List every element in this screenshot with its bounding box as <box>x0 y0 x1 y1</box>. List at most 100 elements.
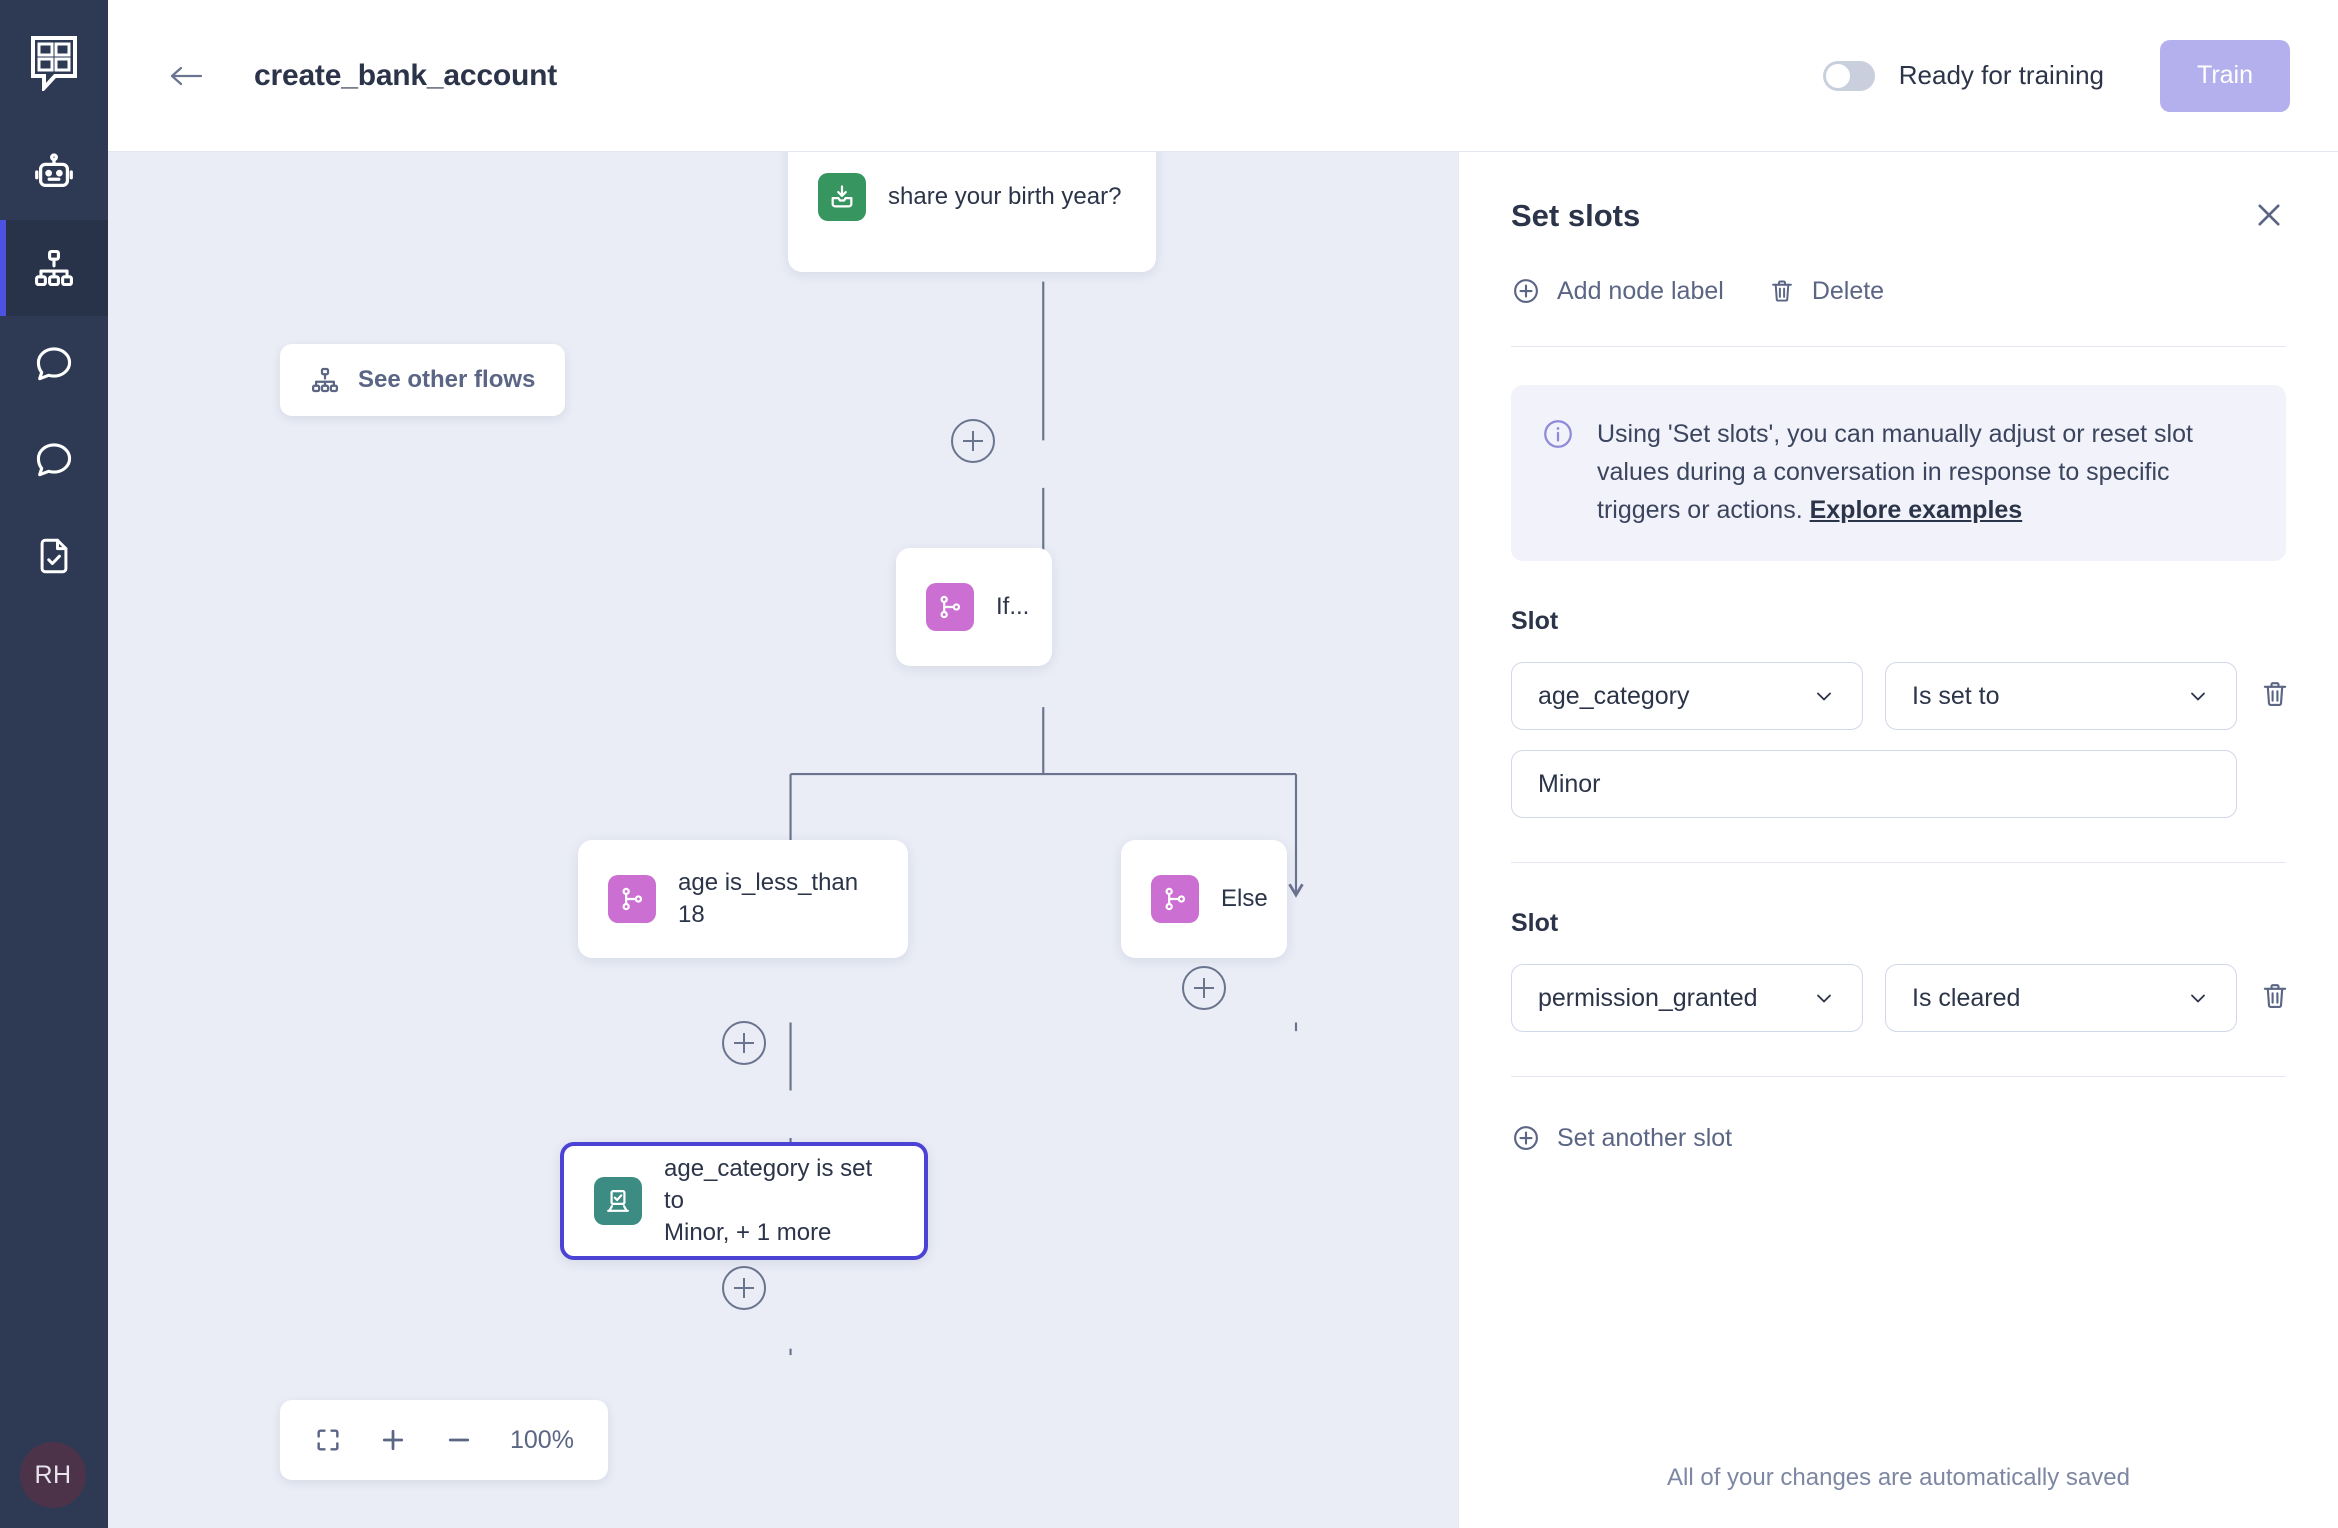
sidebar-item-tests[interactable] <box>0 508 108 604</box>
chat-bubble-outline-icon <box>36 443 72 477</box>
sidebar-item-flows[interactable] <box>0 220 108 316</box>
slot-line: age_category Is set to <box>1511 662 2237 730</box>
slot-group: Slot age_category Is set to Minor <box>1511 561 2287 863</box>
document-check-icon <box>40 538 68 574</box>
chevron-down-icon <box>1798 684 1836 708</box>
flow-node-label: age is_less_than 18 <box>678 869 859 928</box>
set-another-slot-label: Set another slot <box>1557 1123 1733 1152</box>
sidebar-item-dialogues[interactable] <box>0 412 108 508</box>
slot-name-select[interactable]: permission_granted <box>1511 964 1863 1032</box>
flow-canvas[interactable]: See other flows share your birth year? I… <box>108 152 1458 1528</box>
trash-icon <box>2263 682 2287 707</box>
info-icon <box>1544 420 1572 448</box>
slot-operation-value: Is set to <box>1912 681 2000 710</box>
zoom-out-button[interactable] <box>444 1425 474 1455</box>
ready-for-training-toggle[interactable] <box>1822 60 1875 91</box>
slot-section-label: Slot <box>1511 909 1559 937</box>
chat-bubble-icon <box>36 347 72 381</box>
slot-group: Slot permission_granted Is cleared <box>1511 863 2287 1077</box>
info-callout: Using 'Set slots', you can manually adju… <box>1511 385 2286 561</box>
sidebar-item-conversations[interactable] <box>0 316 108 412</box>
slot-value-text: Minor <box>1538 769 1601 798</box>
add-node-label-text: Add node label <box>1557 276 1724 305</box>
slot-operation-select[interactable]: Is set to <box>1885 662 2237 730</box>
robot-icon <box>35 153 73 188</box>
arrow-left-icon <box>170 66 203 85</box>
toggle-knob <box>1825 63 1850 88</box>
branch-icon <box>1151 875 1199 923</box>
slot-value-input[interactable]: Minor <box>1511 750 2237 818</box>
slot-name-select[interactable]: age_category <box>1511 662 1863 730</box>
page-title: create_bank_account <box>254 58 558 92</box>
sidebar-items <box>0 124 108 604</box>
flow-node-set-slots[interactable]: age_category is set to Minor, + 1 more <box>560 1142 928 1260</box>
plus-icon <box>382 1429 404 1451</box>
set-slots-icon <box>594 1177 642 1225</box>
add-node-label-button[interactable]: Add node label <box>1511 276 1724 306</box>
flow-node-label: age_category is set to Minor, + 1 more <box>664 1155 873 1246</box>
zoom-level-label: 100% <box>510 1425 574 1454</box>
see-other-flows-button[interactable]: See other flows <box>280 344 566 416</box>
flows-icon <box>35 249 73 287</box>
slot-operation-value: Is cleared <box>1912 983 2021 1012</box>
panel-body: Using 'Set slots', you can manually adju… <box>1459 347 2338 1528</box>
ready-for-training-label: Ready for training <box>1898 60 2104 90</box>
header-actions: Ready for training Train <box>1822 39 2290 112</box>
delete-slot-button[interactable] <box>2259 678 2291 710</box>
slot-row: permission_granted Is cleared <box>1511 964 2287 1032</box>
set-another-slot-button[interactable]: Set another slot <box>1511 1123 2286 1153</box>
add-step-button[interactable] <box>1182 966 1226 1010</box>
minus-icon <box>448 1438 470 1442</box>
close-panel-button[interactable] <box>2252 198 2286 232</box>
branch-icon <box>926 583 974 631</box>
body: See other flows share your birth year? I… <box>108 152 2338 1528</box>
flow-node-branch-else[interactable]: Else <box>1121 840 1287 958</box>
plus-circle-icon <box>1514 1126 1538 1150</box>
delete-node-button[interactable]: Delete <box>1768 277 1884 306</box>
slot-fields: age_category Is set to Minor <box>1511 662 2237 818</box>
see-other-flows-label: See other flows <box>358 366 536 393</box>
slot-name-value: age_category <box>1538 681 1690 710</box>
main-area: create_bank_account Ready for training T… <box>108 0 2338 1528</box>
explore-examples-link[interactable]: Explore examples <box>1810 496 2023 524</box>
flows-icon <box>312 367 339 393</box>
slot-row: age_category Is set to Minor <box>1511 662 2287 818</box>
sidebar-item-assistant[interactable] <box>0 124 108 220</box>
flow-node-if[interactable]: If... <box>896 548 1052 666</box>
flow-node-label: share your birth year? <box>888 183 1122 211</box>
panel-title-row: Set slots <box>1511 198 2286 234</box>
panel-actions: Add node label Delete <box>1511 276 2286 347</box>
slot-name-value: permission_granted <box>1538 983 1758 1012</box>
slot-section-label: Slot <box>1511 607 1559 635</box>
train-button[interactable]: Train <box>2160 39 2290 112</box>
close-icon <box>2258 204 2280 226</box>
plus-circle-icon <box>1514 279 1538 303</box>
panel-header: Set slots Add node label Delete <box>1459 152 2338 347</box>
trash-icon <box>1771 280 1792 302</box>
rasa-logo-icon <box>31 36 77 91</box>
app-root: RH create_bank_account Ready for trainin… <box>0 0 2338 1528</box>
back-button[interactable] <box>168 62 204 90</box>
zoom-in-button[interactable] <box>378 1425 408 1455</box>
delete-slot-button[interactable] <box>2259 980 2291 1012</box>
set-slots-panel: Set slots Add node label Delete Using 'S… <box>1458 152 2338 1528</box>
add-step-button[interactable] <box>722 1021 766 1065</box>
chevron-down-icon <box>2172 986 2210 1010</box>
fit-screen-icon <box>317 1429 339 1451</box>
avatar[interactable]: RH <box>20 1442 86 1508</box>
flow-node-branch-condition[interactable]: age is_less_than 18 <box>578 840 908 958</box>
add-step-button[interactable] <box>722 1266 766 1310</box>
flow-node-label: If... <box>996 593 1030 621</box>
slot-operation-select[interactable]: Is cleared <box>1885 964 2237 1032</box>
delete-node-text: Delete <box>1811 276 1885 305</box>
zoom-controls: 100% <box>280 1400 608 1480</box>
branch-icon <box>608 875 656 923</box>
panel-title: Set slots <box>1511 198 1641 233</box>
fit-screen-button[interactable] <box>314 1426 342 1454</box>
rasa-logo[interactable] <box>0 24 108 102</box>
info-callout-text: Using 'Set slots', you can manually adju… <box>1597 415 2254 529</box>
chevron-down-icon <box>1798 986 1836 1010</box>
flow-node-collect[interactable]: share your birth year? <box>788 152 1156 272</box>
autosave-status: All of your changes are automatically sa… <box>1667 1464 2130 1491</box>
add-step-button[interactable] <box>951 419 995 463</box>
